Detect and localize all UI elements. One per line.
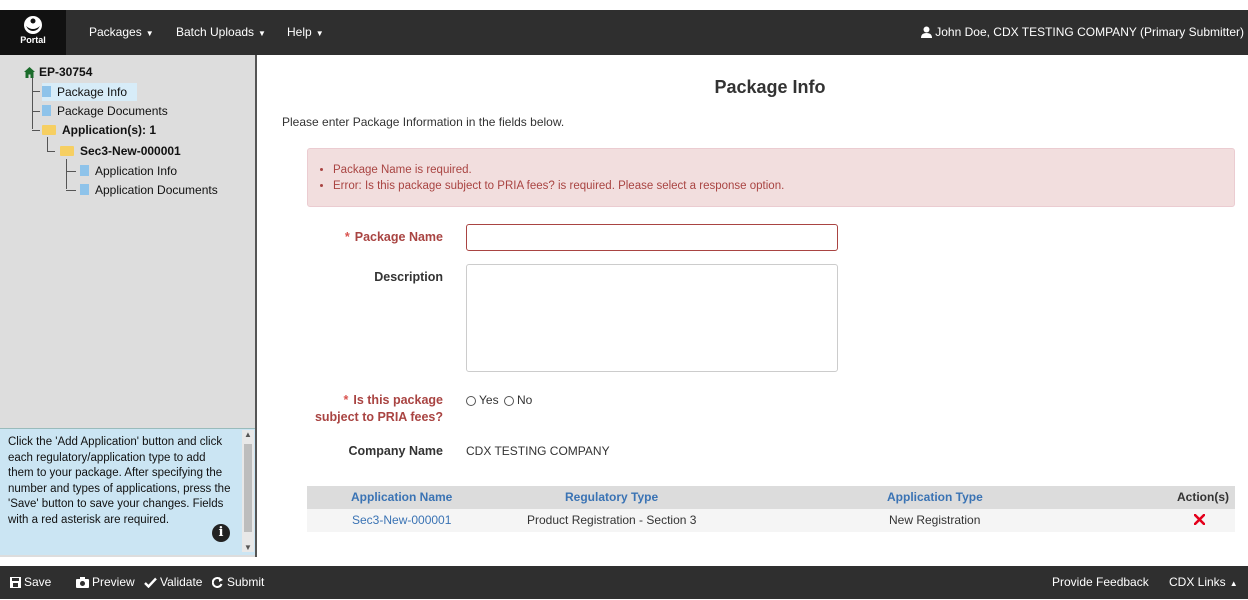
user-menu[interactable]: John Doe, CDX TESTING COMPANY (Primary S… <box>921 10 1244 55</box>
regulatory-type-cell: Product Registration - Section 3 <box>527 513 697 527</box>
tree-line <box>32 111 40 112</box>
tree-line <box>47 137 48 152</box>
column-header-actions: Action(s) <box>1177 490 1229 504</box>
tree-root[interactable]: EP-30754 <box>24 63 92 81</box>
application-name-link[interactable]: Sec3-New-000001 <box>352 509 451 532</box>
required-asterisk: * <box>343 393 349 407</box>
tree-item-application-documents[interactable]: Application Documents <box>80 181 218 199</box>
tree-item-label: Sec3-New-000001 <box>80 144 181 158</box>
tree-line <box>66 190 76 191</box>
tree-item-label: Package Info <box>57 85 128 99</box>
sidebar: EP-30754 Package Info Package Documents … <box>0 55 257 557</box>
tree-item-package-documents[interactable]: Package Documents <box>42 102 168 120</box>
company-name-label: Company Name <box>348 444 443 458</box>
portal-logo[interactable]: Portal <box>0 10 66 55</box>
tree-item-label: Application Info <box>95 164 178 178</box>
check-icon <box>144 577 157 589</box>
required-asterisk: * <box>344 230 350 244</box>
chevron-down-icon: ▼ <box>258 29 266 38</box>
save-icon <box>10 577 21 588</box>
document-icon <box>42 105 51 116</box>
folder-icon <box>42 125 56 135</box>
tree-item-application[interactable]: Sec3-New-000001 <box>60 142 181 160</box>
description-textarea[interactable] <box>466 264 838 372</box>
company-name-value: CDX TESTING COMPANY <box>466 444 610 458</box>
radio-circle[interactable] <box>466 396 476 406</box>
tree-item-applications[interactable]: Application(s): 1 <box>42 121 156 139</box>
tree-line <box>32 130 40 131</box>
tree-item-label: Package Documents <box>57 104 168 118</box>
camera-icon <box>76 577 89 588</box>
pria-yes-radio[interactable]: Yes <box>466 393 499 407</box>
footer-toolbar: Save Preview Validate Submit Provide Fee… <box>0 566 1248 599</box>
document-icon <box>42 86 51 97</box>
help-text: Click the 'Add Application' button and c… <box>8 436 231 526</box>
user-icon <box>921 26 933 38</box>
home-icon <box>24 67 35 78</box>
cdx-links-menu[interactable]: CDX Links ▲ <box>1169 566 1238 599</box>
portal-logo-icon <box>24 16 42 34</box>
delete-icon[interactable] <box>1194 514 1205 525</box>
pria-fees-label: * Is this package subject to PRIA fees? <box>314 393 443 424</box>
top-navbar: Portal Packages ▼ Batch Uploads ▼ Help ▼ Jo… <box>0 10 1248 55</box>
intro-text: Please enter Package Information in the … <box>282 115 565 129</box>
info-icon[interactable]: i <box>212 524 230 542</box>
chevron-down-icon: ▼ <box>315 29 324 38</box>
submit-icon <box>211 577 223 588</box>
tree-line <box>32 91 40 92</box>
nav-packages-label: Packages <box>89 25 142 39</box>
package-name-input[interactable] <box>466 224 838 251</box>
tree-item-package-info[interactable]: Package Info <box>42 83 138 101</box>
tree-item-label: Application(s): 1 <box>62 123 157 137</box>
tree-line <box>47 151 55 152</box>
validate-button[interactable]: Validate <box>144 566 202 599</box>
nav-help-label: Help <box>287 25 312 39</box>
error-alert: Package Name is required. Error: Is this… <box>307 148 1235 207</box>
page-title: Package Info <box>714 77 826 97</box>
table-header: Application Name Regulatory Type Applica… <box>307 486 1235 509</box>
description-label: Description <box>374 270 443 284</box>
tree-item-label: Application Documents <box>95 183 218 197</box>
tree-line <box>66 159 67 189</box>
scroll-down-icon[interactable]: ▼ <box>242 543 254 552</box>
submit-button[interactable]: Submit <box>211 566 264 599</box>
user-name: John Doe, CDX TESTING COMPANY (Primary S… <box>935 25 1244 39</box>
table-row: Sec3-New-000001 Product Registration - S… <box>307 509 1235 532</box>
tree-line <box>32 77 33 129</box>
help-scrollbar[interactable]: ▲ ▼ <box>242 430 254 552</box>
document-icon <box>80 165 89 176</box>
nav-packages-menu[interactable]: Packages ▼ <box>89 10 154 55</box>
column-header-application-type[interactable]: Application Type <box>887 486 983 509</box>
radio-circle[interactable] <box>504 396 514 406</box>
error-message: Error: Is this package subject to PRIA f… <box>333 178 1234 194</box>
portal-logo-text: Portal <box>20 35 46 45</box>
help-panel: Click the 'Add Application' button and c… <box>0 428 255 555</box>
nav-batch-uploads-menu[interactable]: Batch Uploads ▼ <box>176 10 266 55</box>
column-header-application-name[interactable]: Application Name <box>351 486 452 509</box>
tree-item-application-info[interactable]: Application Info <box>80 162 177 180</box>
preview-button[interactable]: Preview <box>76 566 135 599</box>
nav-batch-uploads-label: Batch Uploads <box>176 25 255 39</box>
nav-help-menu[interactable]: Help ▼ <box>287 10 324 55</box>
error-message: Package Name is required. <box>333 162 1234 178</box>
document-icon <box>80 184 89 195</box>
package-name-label: * Package Name <box>344 230 443 244</box>
chevron-up-icon: ▲ <box>1229 579 1238 588</box>
scroll-up-icon[interactable]: ▲ <box>242 430 254 439</box>
main-content: Package Info Please enter Package Inform… <box>259 55 1248 557</box>
folder-icon <box>60 146 74 156</box>
column-header-regulatory-type[interactable]: Regulatory Type <box>565 486 658 509</box>
application-type-cell: New Registration <box>889 513 981 527</box>
provide-feedback-link[interactable]: Provide Feedback <box>1052 566 1149 599</box>
pria-no-radio[interactable]: No <box>504 393 532 407</box>
save-button[interactable]: Save <box>10 566 51 599</box>
scrollbar-thumb[interactable] <box>244 444 252 532</box>
tree-line <box>66 171 76 172</box>
tree-root-label: EP-30754 <box>39 65 93 79</box>
chevron-down-icon: ▼ <box>145 29 154 38</box>
